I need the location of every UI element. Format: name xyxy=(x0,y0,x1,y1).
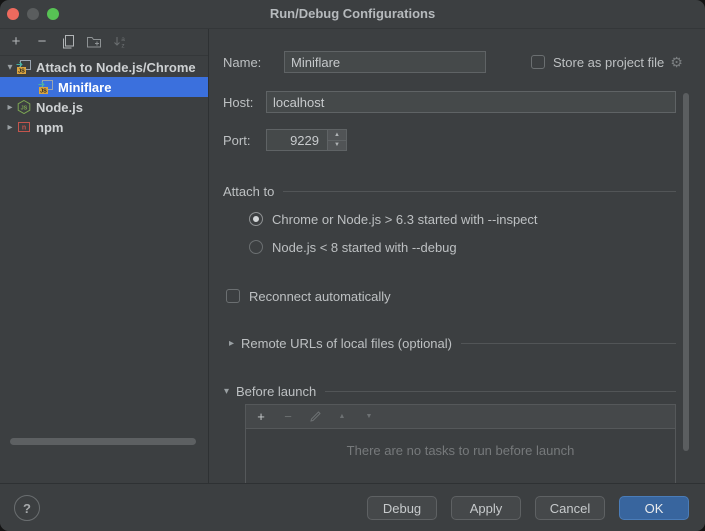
svg-text:JS: JS xyxy=(40,89,47,95)
reconnect-row[interactable]: Reconnect automatically xyxy=(226,286,391,306)
tree-item-npm[interactable]: ▸ n npm xyxy=(0,117,208,137)
svg-text:JS: JS xyxy=(21,105,28,111)
port-input[interactable] xyxy=(266,129,328,151)
before-launch-section[interactable]: ▾ Before launch xyxy=(224,381,676,401)
before-launch-toolbar: + − ▲ ▼ xyxy=(246,405,675,429)
add-configuration-icon[interactable]: + xyxy=(8,34,24,50)
store-as-project-file-checkbox[interactable] xyxy=(531,55,545,69)
name-label: Name: xyxy=(223,55,261,70)
section-divider xyxy=(325,391,676,392)
before-launch-section-label: Before launch xyxy=(236,384,316,399)
chevron-down-icon[interactable]: ▾ xyxy=(224,386,236,397)
reconnect-label: Reconnect automatically xyxy=(249,289,391,304)
window-title: Run/Debug Configurations xyxy=(0,0,705,28)
move-task-down-icon: ▼ xyxy=(362,410,376,424)
chevron-right-icon[interactable]: ▸ xyxy=(4,122,16,133)
cancel-button[interactable]: Cancel xyxy=(535,496,605,520)
tree-item-attach-to-nodejs[interactable]: ▾ JS Attach to Node.js/Chrome xyxy=(0,57,208,77)
before-launch-empty-text: There are no tasks to run before launch xyxy=(246,443,675,458)
tree-item-label: Node.js xyxy=(36,100,83,115)
vertical-scrollbar[interactable] xyxy=(683,93,689,451)
attach-to-section: Attach to xyxy=(223,181,676,201)
radio-inspect-row[interactable]: Chrome or Node.js > 6.3 started with --i… xyxy=(249,209,538,229)
svg-text:z: z xyxy=(121,43,124,50)
configurations-tree: ▾ JS Attach to Node.js/Chrome JS Minifla… xyxy=(0,57,208,137)
copy-configuration-icon[interactable] xyxy=(60,34,76,50)
horizontal-scrollbar[interactable] xyxy=(10,438,196,445)
tree-item-label: npm xyxy=(36,120,63,135)
add-task-icon[interactable]: + xyxy=(254,410,268,424)
new-folder-icon[interactable] xyxy=(86,34,102,50)
tree-item-miniflare[interactable]: JS Miniflare xyxy=(0,77,208,97)
section-divider xyxy=(283,191,676,192)
npm-icon: n xyxy=(16,119,32,135)
store-as-project-file-row: Store as project file ⚙ xyxy=(531,54,683,70)
host-label: Host: xyxy=(223,95,253,110)
move-task-up-icon: ▲ xyxy=(335,410,349,424)
port-row: Port: xyxy=(223,128,250,152)
radio-debug-row[interactable]: Node.js < 8 started with --debug xyxy=(249,237,457,257)
apply-button[interactable]: Apply xyxy=(451,496,521,520)
gear-icon[interactable]: ⚙ xyxy=(670,54,683,71)
chevron-right-icon[interactable]: ▸ xyxy=(229,338,241,349)
attach-to-section-label: Attach to xyxy=(223,184,274,199)
remove-task-icon: − xyxy=(281,410,295,424)
reconnect-checkbox[interactable] xyxy=(226,289,240,303)
before-launch-tasks-panel: + − ▲ ▼ There are no tasks to run before… xyxy=(245,404,676,484)
radio-unselected-icon[interactable] xyxy=(249,240,263,254)
nodejs-icon: JS xyxy=(16,99,32,115)
radio-inspect-label: Chrome or Node.js > 6.3 started with --i… xyxy=(272,212,538,227)
chevron-right-icon[interactable]: ▸ xyxy=(4,102,16,113)
remove-configuration-icon[interactable]: − xyxy=(34,34,50,50)
attach-nodejs-icon: JS xyxy=(38,79,54,95)
edit-task-icon xyxy=(308,410,322,424)
port-label: Port: xyxy=(223,133,250,148)
dialog-buttons: Debug Apply Cancel OK xyxy=(367,496,689,520)
name-input[interactable] xyxy=(284,51,486,73)
attach-nodejs-icon: JS xyxy=(16,59,32,75)
name-row: Name: xyxy=(223,50,261,74)
tree-item-nodejs[interactable]: ▸ JS Node.js xyxy=(0,97,208,117)
chevron-down-icon[interactable]: ▾ xyxy=(4,62,16,73)
remote-urls-section-label: Remote URLs of local files (optional) xyxy=(241,336,452,351)
remote-urls-section[interactable]: ▸ Remote URLs of local files (optional) xyxy=(229,333,676,353)
sidebar-toolbar: + − az xyxy=(0,29,208,56)
svg-text:JS: JS xyxy=(18,69,25,75)
configuration-form: Name: Store as project file ⚙ Host: Port… xyxy=(209,29,705,483)
radio-debug-label: Node.js < 8 started with --debug xyxy=(272,240,457,255)
sort-configurations-icon: az xyxy=(112,34,128,50)
host-row: Host: xyxy=(223,90,253,114)
svg-text:n: n xyxy=(22,125,26,132)
ok-button[interactable]: OK xyxy=(619,496,689,520)
tree-item-label: Attach to Node.js/Chrome xyxy=(36,60,196,75)
stepper-down-icon[interactable]: ▼ xyxy=(328,141,346,151)
title-bar: Run/Debug Configurations xyxy=(0,0,705,29)
radio-selected-icon[interactable] xyxy=(249,212,263,226)
debug-button[interactable]: Debug xyxy=(367,496,437,520)
help-button[interactable]: ? xyxy=(14,495,40,521)
stepper-up-icon[interactable]: ▲ xyxy=(328,130,346,141)
dialog-footer: ? Debug Apply Cancel OK xyxy=(0,483,705,531)
store-as-project-file-label: Store as project file xyxy=(553,55,664,70)
host-input[interactable] xyxy=(266,91,676,113)
run-debug-configurations-dialog: Run/Debug Configurations + − az ▾ xyxy=(0,0,705,531)
port-stepper: ▲ ▼ xyxy=(328,129,347,151)
configurations-sidebar: + − az ▾ JS Attach to Node.j xyxy=(0,29,209,483)
tree-item-label: Miniflare xyxy=(58,80,111,95)
section-divider xyxy=(461,343,676,344)
